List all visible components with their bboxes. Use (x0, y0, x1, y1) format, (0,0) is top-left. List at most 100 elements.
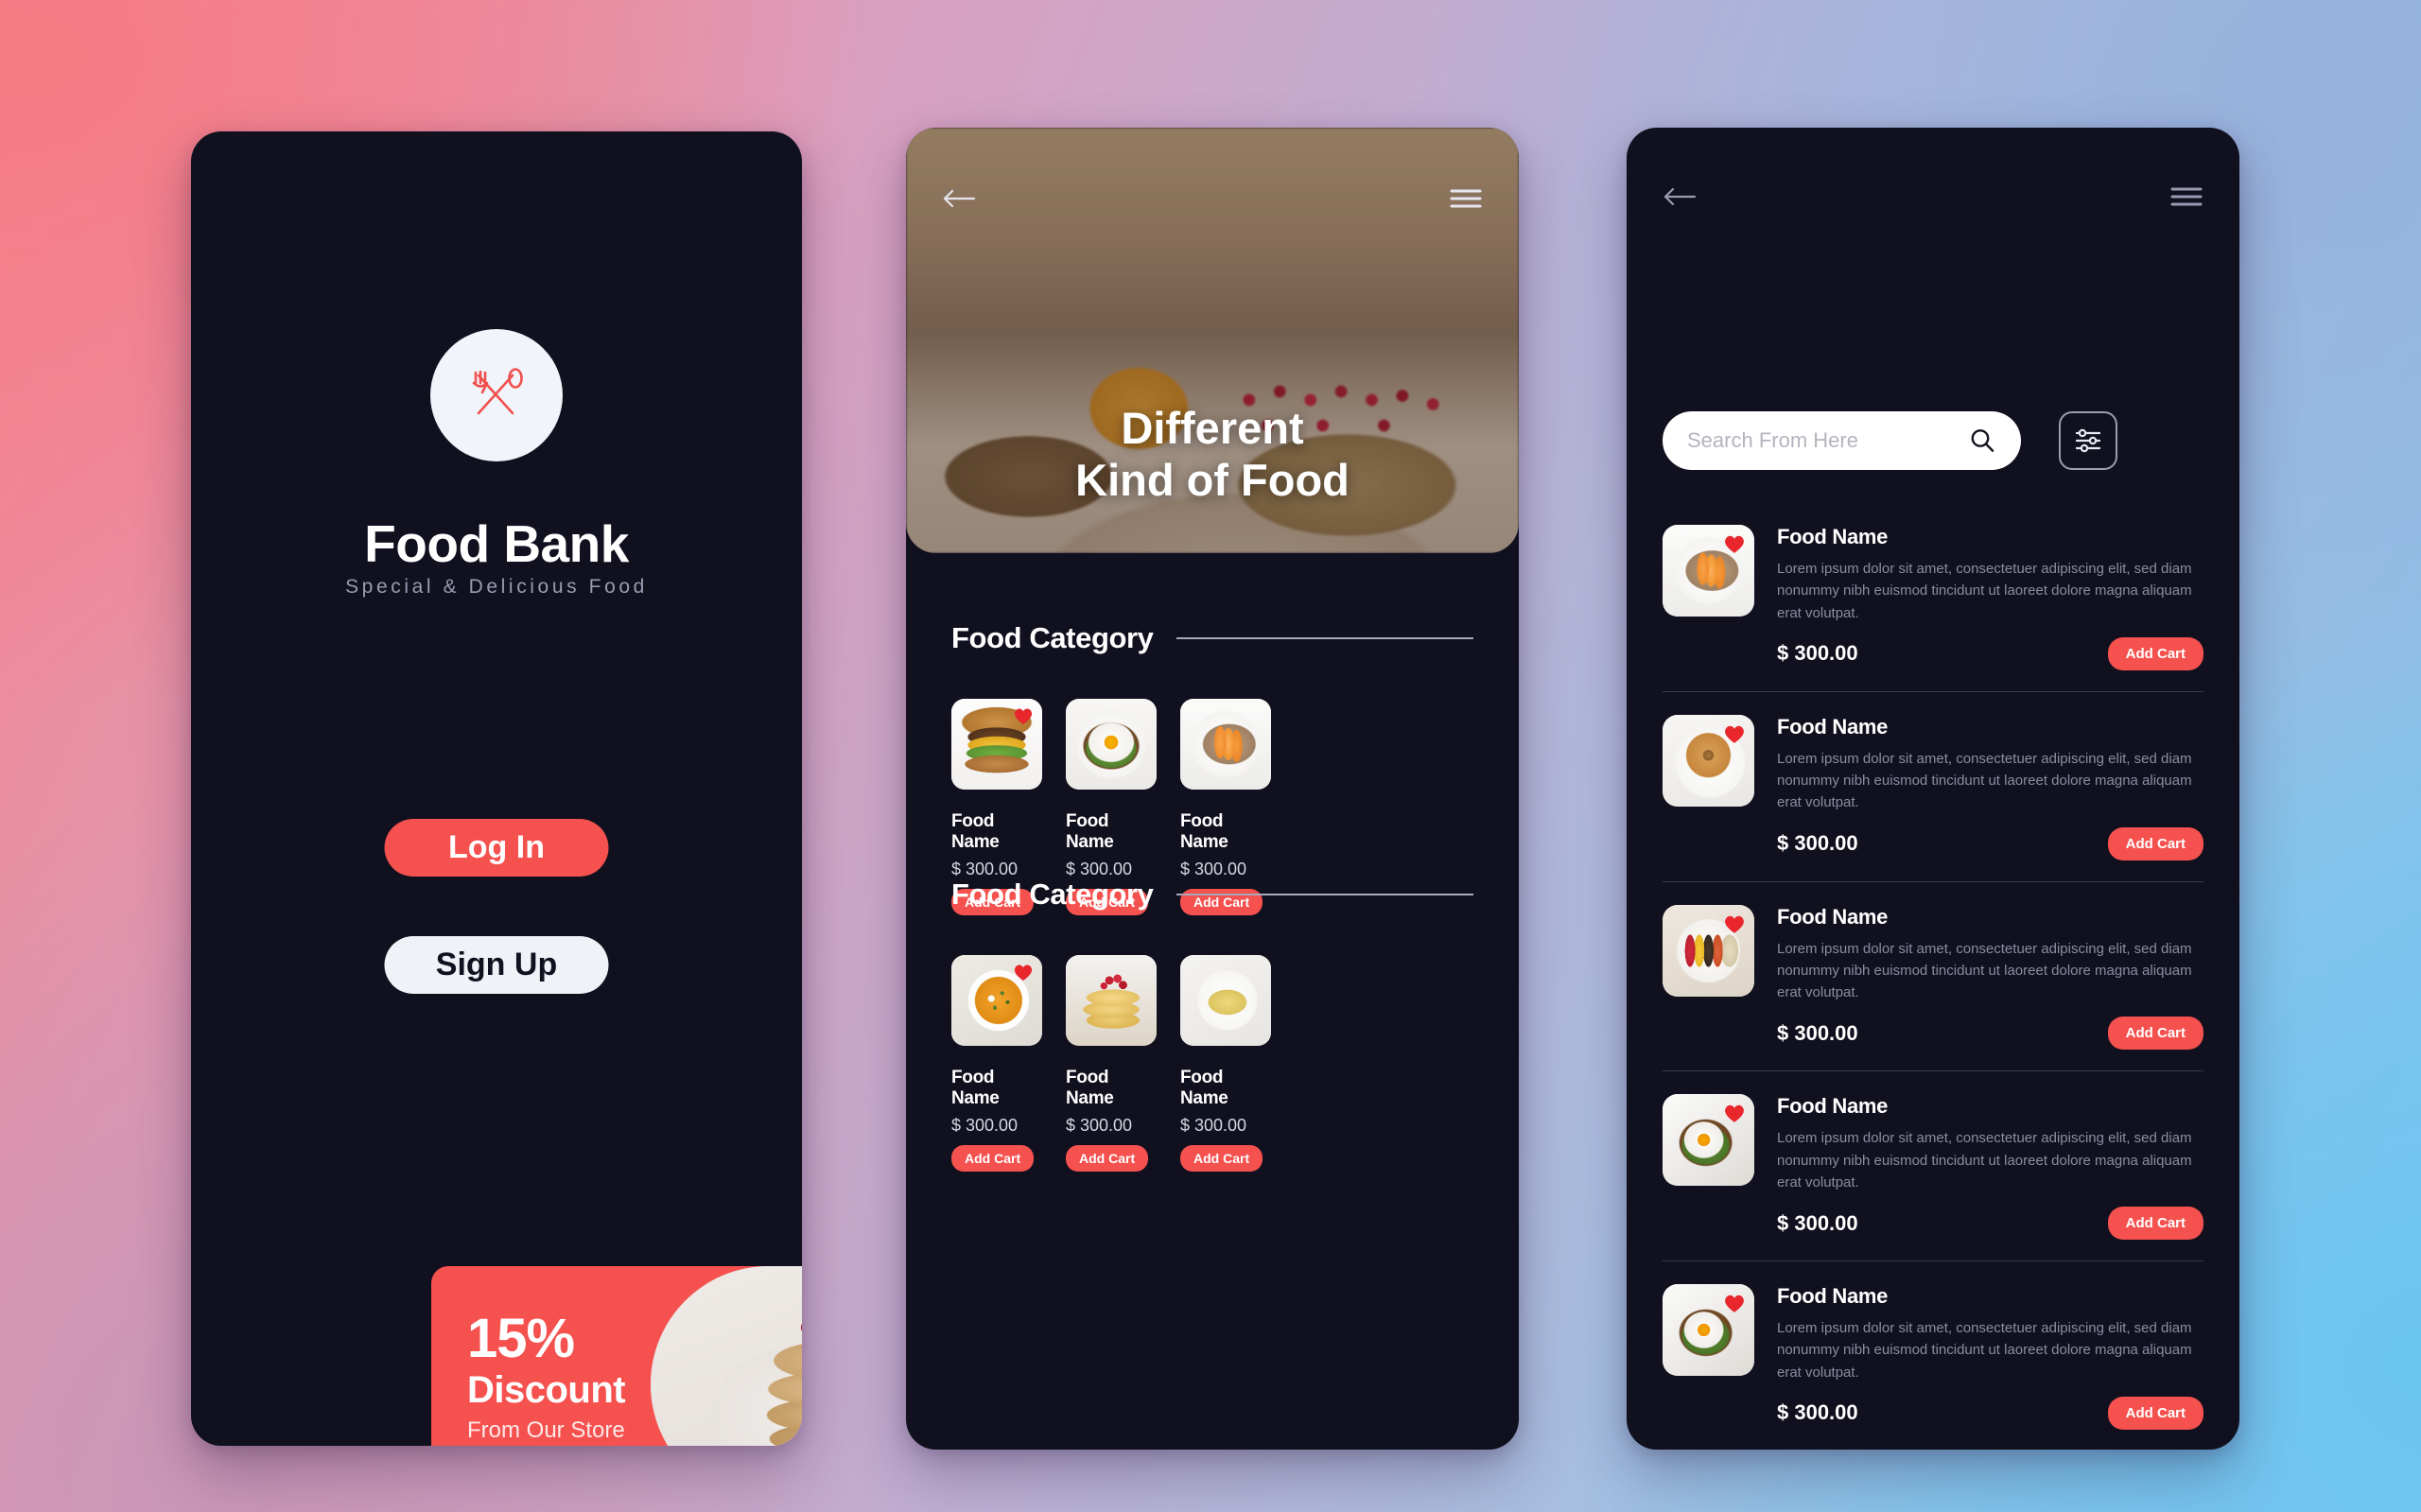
berry-waffle-photo (1066, 955, 1157, 1046)
section-header: Food Category (906, 878, 1519, 912)
hamburger-menu-icon (2170, 187, 2203, 206)
section-food-category-1: Food Category Food Name $ 300.00 Add Car… (906, 621, 1519, 915)
list-item-description: Lorem ipsum dolor sit amet, consectetuer… (1777, 940, 2192, 1001)
list-item-body: Food Name Lorem ipsum dolor sit amet, co… (1777, 1094, 2203, 1240)
list-item-image[interactable] (1663, 1094, 1754, 1187)
food-card-image[interactable] (1180, 699, 1271, 790)
section-food-category-2: Food Category Food Name $ 300.00 Add Car… (906, 878, 1519, 1172)
food-card-name: Food Name (1180, 1068, 1228, 1108)
section-header: Food Category (906, 621, 1519, 655)
list-item-name: Food Name (1777, 904, 1889, 929)
list-item-footer: $ 300.00 Add Cart (1777, 636, 2203, 670)
add-cart-button[interactable]: Add Cart (2107, 826, 2203, 860)
filter-button[interactable] (2059, 411, 2117, 470)
add-cart-button[interactable]: Add Cart (2107, 1396, 2203, 1430)
peach-granola-photo (1180, 699, 1271, 790)
list-item-description: Lorem ipsum dolor sit amet, consectetuer… (1777, 1320, 2192, 1381)
add-cart-button[interactable]: Add Cart (2107, 1017, 2203, 1051)
list-item-body: Food Name Lorem ipsum dolor sit amet, co… (1777, 715, 2203, 860)
list-item[interactable]: Food Name Lorem ipsum dolor sit amet, co… (1663, 502, 2203, 692)
page-title: Food Bank (364, 514, 629, 573)
add-cart-button[interactable]: Add Cart (2107, 636, 2203, 670)
brand-logo (430, 329, 563, 461)
brand-tagline: Special & Delicious Food (345, 576, 648, 598)
food-card-name: Food Name (1066, 811, 1114, 852)
list-item-price: $ 300.00 (1777, 831, 1858, 855)
hero-title-line-1: Different (1121, 403, 1304, 453)
list-item[interactable]: Food Name Lorem ipsum dolor sit amet, co… (1663, 882, 2203, 1072)
favorite-heart-icon[interactable] (1723, 913, 1746, 934)
fork-spoon-icon (472, 368, 523, 415)
favorite-heart-icon[interactable] (1723, 533, 1746, 554)
filter-sliders-icon (2075, 428, 2101, 453)
hero-title: Different Kind of Food (906, 402, 1519, 507)
list-item-price: $ 300.00 (1777, 1210, 1858, 1235)
discount-banner[interactable]: 15% Discount From Our Store (431, 1266, 802, 1446)
list-item-footer: $ 300.00 Add Cart (1777, 1207, 2203, 1240)
signup-button[interactable]: Sign Up (384, 936, 609, 994)
list-item-body: Food Name Lorem ipsum dolor sit amet, co… (1777, 525, 2203, 670)
list-item[interactable]: Food Name Lorem ipsum dolor sit amet, co… (1663, 1261, 2203, 1450)
phone-screen-search: Food Name Lorem ipsum dolor sit amet, co… (1627, 128, 2239, 1450)
list-item-name: Food Name (1777, 525, 1889, 548)
list-item-footer: $ 300.00 Add Cart (1777, 826, 2203, 860)
favorite-heart-icon[interactable] (1723, 723, 1746, 744)
discount-label: Discount (467, 1369, 626, 1411)
list-item-image[interactable] (1663, 525, 1754, 617)
list-item[interactable]: Food Name Lorem ipsum dolor sit amet, co… (1663, 1071, 2203, 1261)
search-input[interactable] (1687, 428, 1968, 453)
search-icon[interactable] (1968, 426, 1996, 455)
list-item-body: Food Name Lorem ipsum dolor sit amet, co… (1777, 1284, 2203, 1430)
list-item-description: Lorem ipsum dolor sit amet, consectetuer… (1777, 750, 2192, 811)
food-card-price: $ 300.00 (1066, 1116, 1133, 1135)
back-button-search[interactable] (1663, 184, 1697, 209)
food-card-name: Food Name (1180, 811, 1228, 852)
favorite-heart-icon[interactable] (1013, 963, 1034, 982)
login-button[interactable]: Log In (384, 819, 609, 877)
search-bar[interactable] (1663, 411, 2021, 470)
back-button-home[interactable] (942, 186, 976, 211)
favorite-heart-icon[interactable] (1723, 1293, 1746, 1313)
favorite-heart-icon[interactable] (1723, 1103, 1746, 1123)
list-item-name: Food Name (1777, 1094, 1889, 1119)
food-card-price: $ 300.00 (1066, 860, 1133, 878)
phone-screen-home: Different Kind of Food Food Category Foo… (906, 128, 1519, 1450)
add-cart-button[interactable]: Add Cart (1066, 1145, 1149, 1172)
favorite-heart-icon[interactable] (1013, 706, 1034, 725)
food-card[interactable]: Food Name $ 300.00 Add Cart (951, 955, 1042, 1172)
list-item-description: Lorem ipsum dolor sit amet, consectetuer… (1777, 1130, 2192, 1190)
food-card-name: Food Name (1066, 1068, 1114, 1108)
food-card-image[interactable] (951, 699, 1042, 790)
food-card-image[interactable] (1180, 955, 1271, 1046)
add-cart-button[interactable]: Add Cart (2107, 1207, 2203, 1240)
food-card-image[interactable] (1066, 699, 1157, 790)
food-card[interactable]: Food Name $ 300.00 Add Cart (1066, 955, 1157, 1172)
food-list: Food Name Lorem ipsum dolor sit amet, co… (1663, 502, 2203, 1450)
discount-percent: 15% (467, 1308, 575, 1369)
food-card-image[interactable] (951, 955, 1042, 1046)
menu-button-search[interactable] (2169, 184, 2203, 209)
section-title: Food Category (951, 621, 1154, 654)
food-card[interactable]: Food Name $ 300.00 Add Cart (1180, 955, 1271, 1172)
list-item-image[interactable] (1663, 904, 1754, 997)
food-card-image[interactable] (1066, 955, 1157, 1046)
section-divider (1176, 637, 1473, 639)
food-card-price: $ 300.00 (1180, 1116, 1247, 1135)
food-card-name: Food Name (951, 811, 1000, 852)
list-item-image[interactable] (1663, 714, 1754, 807)
list-item[interactable]: Food Name Lorem ipsum dolor sit amet, co… (1663, 692, 2203, 882)
section-title: Food Category (951, 878, 1154, 911)
food-card-name: Food Name (951, 1068, 1000, 1108)
food-card-price: $ 300.00 (1180, 860, 1247, 878)
list-item-image[interactable] (1663, 1284, 1754, 1376)
add-cart-button[interactable]: Add Cart (1180, 1145, 1263, 1172)
menu-button-home[interactable] (1449, 186, 1483, 211)
egg-toast-photo (1066, 699, 1157, 790)
add-cart-button[interactable]: Add Cart (951, 1145, 1035, 1172)
category-card-grid: Food Name $ 300.00 Add Cart Food Name $ … (906, 955, 1519, 1172)
pancake-photo (651, 1266, 802, 1446)
hero-banner: Different Kind of Food (906, 128, 1519, 553)
hamburger-menu-icon (1450, 189, 1482, 208)
list-item-price: $ 300.00 (1777, 641, 1858, 666)
list-item-price: $ 300.00 (1777, 1020, 1858, 1045)
